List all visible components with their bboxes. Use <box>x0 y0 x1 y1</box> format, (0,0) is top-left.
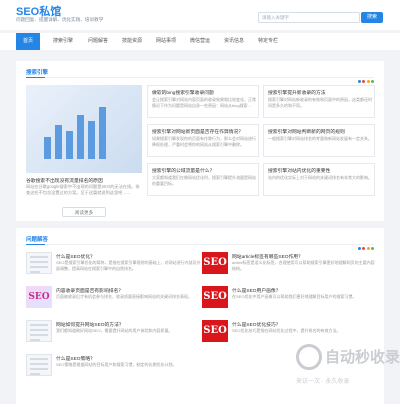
indicator-dot <box>366 247 370 250</box>
section-title: 问题解答 <box>26 237 49 243</box>
qa-title[interactable]: 网站article标签有哪些SEO作用？ <box>232 253 378 260</box>
card-desc: 会让搜索引擎对网站内容页面的收录效果和比较变化，正常情况下作为问题是网站自身一些… <box>152 97 256 108</box>
nav-item[interactable]: 首页 <box>16 33 40 50</box>
qa-item[interactable]: SEO 内容收录页面是否有影响排名？ 页面被收录后才有机会参与排名，收录质量直接影响… <box>26 286 202 314</box>
qa-desc: SEO是搜索引擎优化的简称，是指在搜索引擎规则的基础上，对网站进行内部及外部调整… <box>56 260 201 271</box>
indicator-dot <box>357 247 361 250</box>
card-title[interactable]: 搜索引擎对网站判断新的网页的规则 <box>268 128 372 135</box>
qa-desc: SEO策略是根据网站的目标用户和搜索习惯，制定的长期优化计划。 <box>56 362 177 367</box>
indicator-dot <box>357 80 361 83</box>
qa-item[interactable]: 什么是SEO优化？ SEO是搜索引擎优化的简称，是指在搜索引擎规则的基础上，对网站… <box>26 252 202 280</box>
featured-image[interactable] <box>26 85 142 173</box>
search-input[interactable]: 请输入关键字 <box>258 12 360 23</box>
article-card[interactable]: 搜索引擎对站内优化的重要性 站内的优化实际上对于网站的关键词排名有非常大的影响。 <box>263 163 375 196</box>
card-title[interactable]: 搜索引擎对站内优化的重要性 <box>268 167 372 174</box>
card-desc: 如果搜索引擎发现你的页面有作弊行为，那么会对网站进行降权处理，严重时会将你的网站… <box>152 136 256 147</box>
qa-thumbnail[interactable] <box>26 354 52 376</box>
card-desc: 大家都知道我们在做网站优化时，搜索引擎提升流量是网站的重要目标。 <box>152 175 256 186</box>
section-underline <box>26 244 45 245</box>
qa-desc: 页面被收录后才有机会参与排名，收录质量直接影响网站的关键词排名表现。 <box>56 294 192 299</box>
section-title: 搜索引擎 <box>26 70 49 76</box>
qa-desc: SEO优化技巧是指在网站优化过程中，提升排名的有效方法。 <box>232 328 341 333</box>
search-engine-panel: 搜索引擎 谷歌搜索不出现没有流量排名的原因 网站在谷歌google搜索中不出现的… <box>16 61 384 221</box>
nav-item[interactable]: 技能资源 <box>116 33 148 50</box>
article-card[interactable]: 做软的bing搜索引擎收录问题 会让搜索引擎对网站内容页面的收录效果和比较变化，正… <box>147 85 259 118</box>
qa-title[interactable]: 内容收录页面是否有影响排名？ <box>56 287 202 294</box>
header: SEO私馆 问题回复、提醒详解、优化实践、培训教学 请输入关键字 搜索 <box>0 0 400 30</box>
qa-item[interactable]: SEO 网站article标签有哪些SEO作用？ article标签是语义化标签，合… <box>202 252 378 280</box>
nav-item[interactable]: 特定专栏 <box>252 33 284 50</box>
nav-item[interactable]: 微信营运 <box>184 33 216 50</box>
read-more-button[interactable]: 阅读更多 <box>62 207 106 217</box>
qa-desc: 在SEO优化中用户画像可以帮助我们更好地理解目标用户的搜索习惯。 <box>232 294 357 299</box>
indicator-dot <box>366 80 370 83</box>
nav-item[interactable]: 搜索引擎 <box>47 33 79 50</box>
qa-thumbnail[interactable]: SEO <box>202 320 228 342</box>
indicator-dot <box>371 80 374 83</box>
qa-panel: 问题解答 什么是SEO优化？ SEO是搜索引擎优化的简称，是指在搜索引擎规则的基础… <box>16 228 384 404</box>
featured-desc: 网站在谷歌google搜索中不出现的问题是SEO的无法在线。排查这些不包含设置过… <box>26 184 140 195</box>
card-title[interactable]: 搜索引擎对网站新页面是否存在作弊情况？ <box>152 128 256 135</box>
qa-desc: 我们都知道做好网站SEO，需要提升网站的用户体验和内容质量。 <box>56 328 173 333</box>
card-desc: 一般搜索引擎对网站排名的考量和新网站发展有一定关系。 <box>268 136 372 141</box>
section-divider <box>26 77 374 78</box>
qa-title[interactable]: 什么是SEO用户画像？ <box>232 287 378 294</box>
qa-title[interactable]: 网站如何提升网站SEO的方法？ <box>56 321 202 328</box>
card-title[interactable]: 搜索引擎的公域流量是什么？ <box>152 167 256 174</box>
main-nav: 首页 搜索引擎 问题解答 技能资源 网站事项 微信营运 资讯信息 特定专栏 <box>0 33 400 50</box>
featured-title[interactable]: 谷歌搜索不出现没有流量排名的原因 <box>26 177 142 184</box>
section-underline <box>26 77 45 78</box>
card-title[interactable]: 做软的bing搜索引擎收录问题 <box>152 89 256 96</box>
search-button[interactable]: 搜索 <box>361 12 383 23</box>
article-card[interactable]: 搜索引擎提升新收录的方法 搜索引擎对网站新收录的有效和页面中的原因，这类都还时间是… <box>263 85 375 118</box>
article-card[interactable]: 搜索引擎的公域流量是什么？ 大家都知道我们在做网站优化时，搜索引擎提升流量是网站的… <box>147 163 259 196</box>
qa-thumbnail[interactable]: SEO <box>26 286 52 308</box>
qa-thumbnail[interactable]: SEO <box>202 286 228 308</box>
nav-item[interactable]: 问题解答 <box>82 33 114 50</box>
site-slogan: 问题回复、提醒详解、优化实践、培训教学 <box>16 17 104 22</box>
nav-item[interactable]: 网站事项 <box>150 33 182 50</box>
qa-desc: article标签是语义化标签，合理使用可以帮助搜索引擎更好地理解网页的主要内容… <box>232 260 375 271</box>
nav-item[interactable]: 资讯信息 <box>218 33 250 50</box>
qa-item[interactable]: SEO 什么是SEO优化技巧？ SEO优化技巧是指在网站优化过程中，提升排名的有效方… <box>202 320 378 348</box>
qa-thumbnail[interactable]: SEO <box>202 252 228 274</box>
card-title[interactable]: 搜索引擎提升新收录的方法 <box>268 89 372 96</box>
article-card[interactable]: 搜索引擎对网站判断新的网页的规则 一般搜索引擎对网站排名的考量和新网站发展有一定关… <box>263 124 375 157</box>
card-desc: 站内的优化实际上对于网站的关键词排名有非常大的影响。 <box>268 175 372 180</box>
qa-title[interactable]: 什么是SEO优化技巧？ <box>232 321 378 328</box>
indicator-dot <box>371 247 374 250</box>
indicator-dot <box>362 80 365 83</box>
qa-item[interactable]: 网站如何提升网站SEO的方法？ 我们都知道做好网站SEO，需要提升网站的用户体验和… <box>26 320 202 348</box>
qa-title[interactable]: 什么是SEO策略？ <box>56 355 202 362</box>
card-desc: 搜索引擎对网站新收录的有效和页面中的原因，这类都还时间是多久的和不同。 <box>268 97 372 108</box>
qa-title[interactable]: 什么是SEO优化？ <box>56 253 202 260</box>
qa-item[interactable]: SEO 什么是SEO用户画像？ 在SEO优化中用户画像可以帮助我们更好地理解目标用户… <box>202 286 378 314</box>
article-card[interactable]: 搜索引擎对网站新页面是否存在作弊情况？ 如果搜索引擎发现你的页面有作弊行为，那么会… <box>147 124 259 157</box>
qa-item[interactable]: 什么是SEO策略？ SEO策略是根据网站的目标用户和搜索习惯，制定的长期优化计划。 <box>26 354 202 382</box>
section-divider <box>26 244 374 245</box>
qa-thumbnail[interactable] <box>26 252 52 274</box>
qa-thumbnail[interactable] <box>26 320 52 342</box>
indicator-dot <box>362 247 365 250</box>
